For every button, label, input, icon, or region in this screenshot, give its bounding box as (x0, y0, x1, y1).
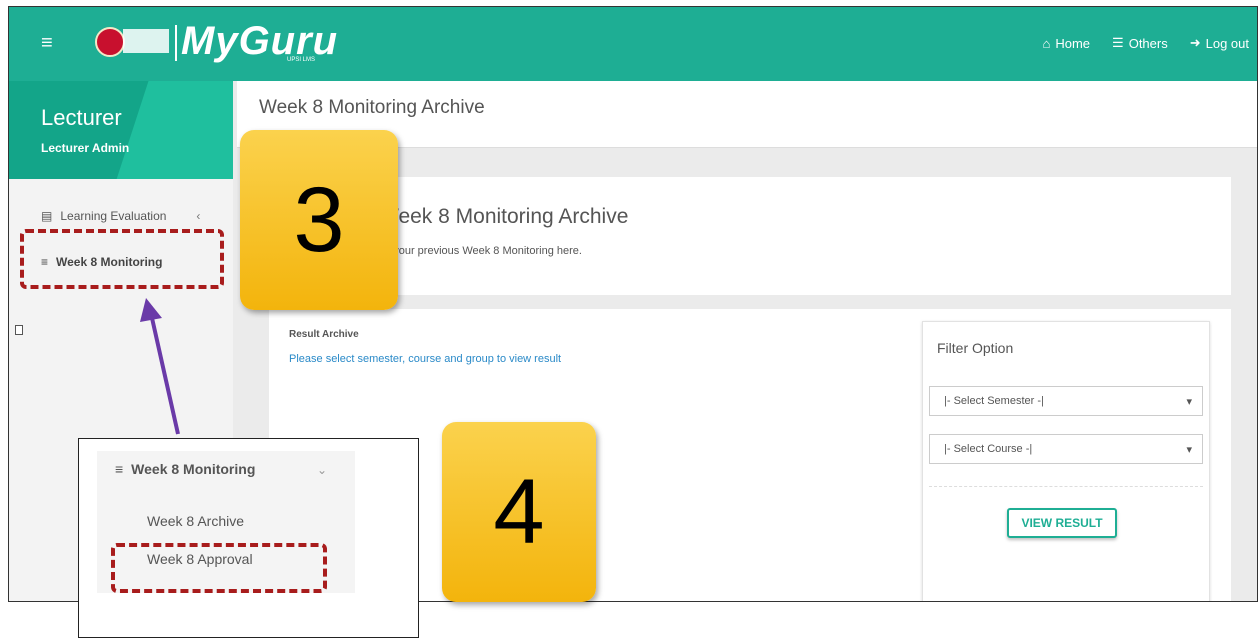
chevron-down-icon: ⌄ (317, 463, 328, 477)
highlight-week8-approval (111, 543, 327, 593)
menu-zoom-inset: ≡ Week 8 Monitoring ⌄ Week 8 Archive Wee… (78, 438, 419, 638)
inset-heading-label: Week 8 Monitoring (131, 461, 256, 477)
arrow-shaft (150, 317, 180, 435)
sliders-icon: ≡ (115, 461, 124, 477)
step-3-callout: 3 (240, 130, 398, 310)
inset-item-week8-archive[interactable]: Week 8 Archive (147, 513, 244, 529)
step-4-callout: 4 (442, 422, 596, 602)
arrow-head (140, 298, 162, 322)
inset-menu-heading[interactable]: ≡ Week 8 Monitoring (115, 461, 255, 477)
